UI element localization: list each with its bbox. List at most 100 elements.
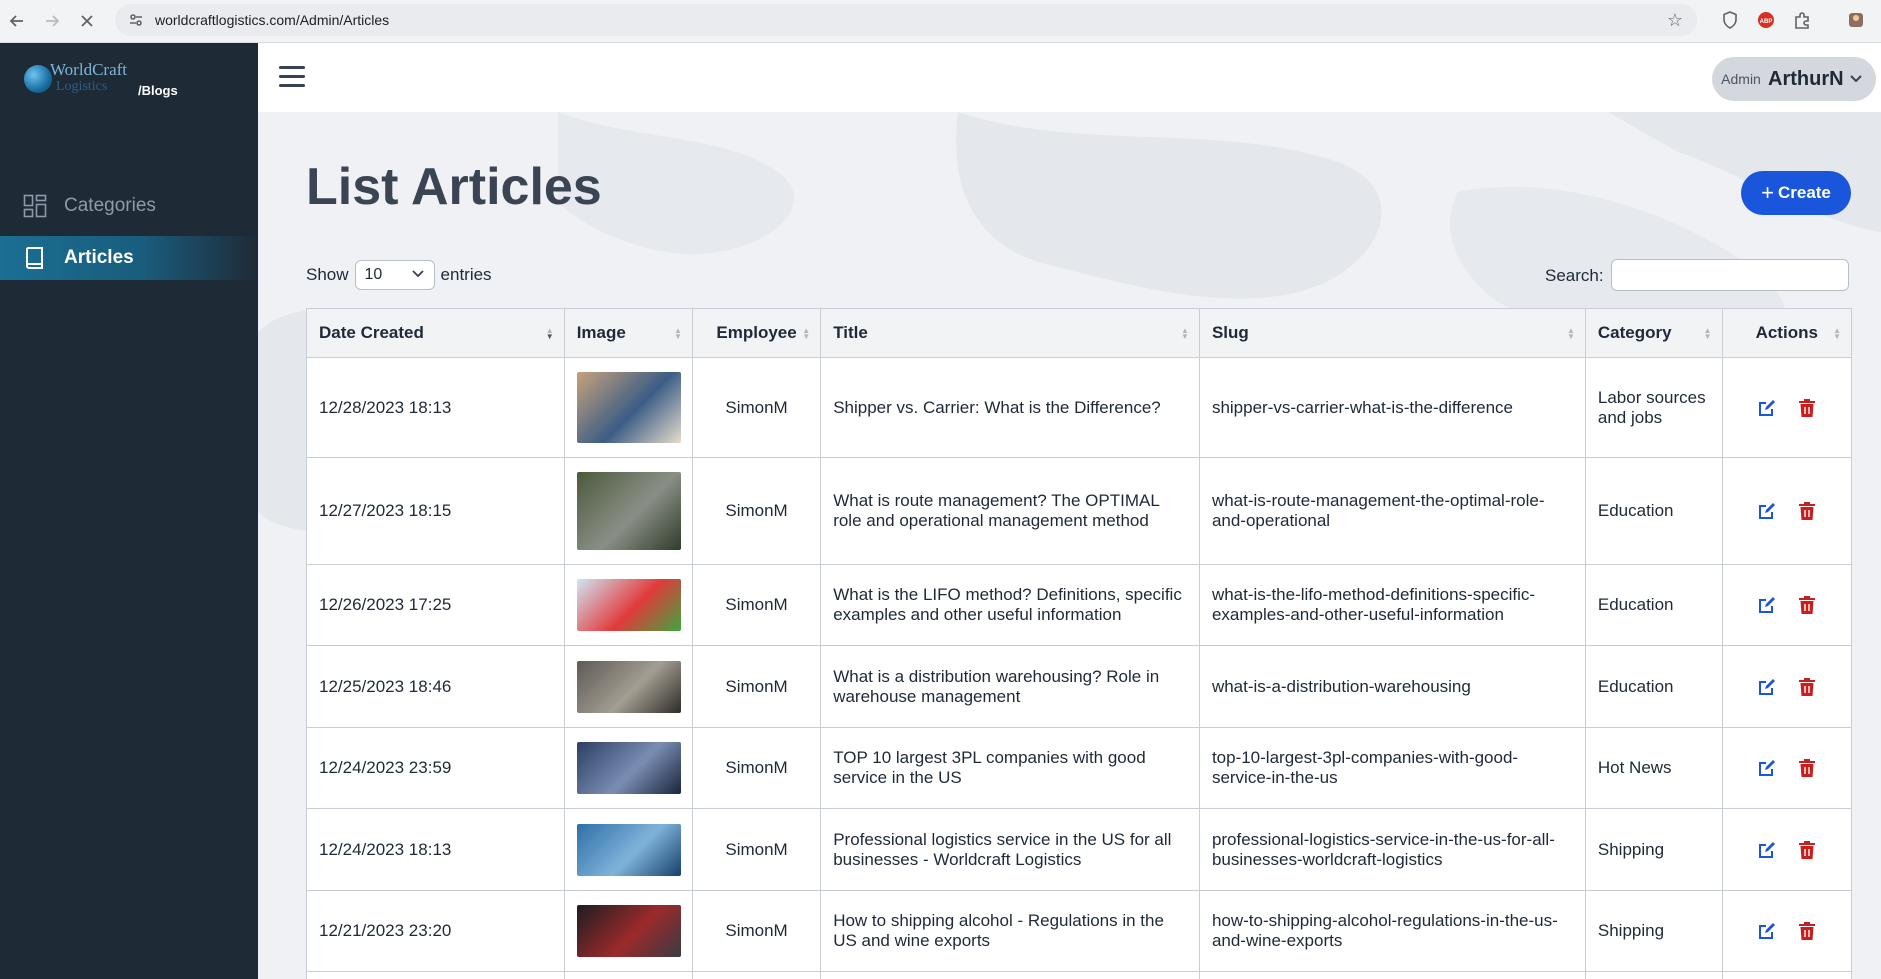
arrow-right-icon [46,15,60,27]
logo-brand-text: WorldCraft [50,60,127,79]
create-button-label: Create [1777,183,1831,202]
cell-category: Hot News [1584,727,1723,809]
cell-actions [1721,645,1853,728]
cell-employee: SimonM [691,457,822,565]
article-thumbnail [576,660,681,713]
table-row: 12/24/2023 18:13 SimonM Professional log… [306,808,1853,891]
cell-image [563,457,693,565]
browser-toolbar: worldcraftlogistics.com/Admin/Articles ☆… [0,0,1881,43]
forward-button[interactable] [35,4,69,38]
cell-slug: what-is-a-distribution-warehousing [1198,645,1586,728]
cell-category: Education [1584,564,1723,646]
cell-title: What is the LIFO method? Definitions, sp… [820,564,1200,646]
main-content: List Articles + Create Show 10 entries S… [258,112,1881,979]
hamburger-menu-icon[interactable] [279,66,305,88]
user-menu-button[interactable]: Admin ArthurN [1712,57,1876,101]
cell-category: Shipping [1584,808,1723,891]
avatar: Admin [1721,71,1761,87]
page-size-value: 10 [364,266,383,283]
edit-icon[interactable] [1757,677,1777,697]
edit-icon[interactable] [1757,501,1777,521]
column-header-category[interactable]: Category ▲ ▼ [1584,308,1723,358]
search-input[interactable] [1611,259,1849,291]
edit-icon[interactable] [1757,595,1777,615]
column-header-slug[interactable]: Slug ▲ ▼ [1198,308,1586,358]
cell-slug: how-to-shipping-alcohol-regulations-in-t… [1198,890,1586,972]
profile-avatar-icon[interactable] [1845,9,1867,31]
column-header-title[interactable]: Title ▲ ▼ [820,308,1200,358]
page-size-select[interactable]: 10 [354,260,435,290]
column-header-date-created[interactable]: Date Created ▲ ▼ [306,308,565,358]
edit-icon[interactable] [1757,398,1777,418]
article-thumbnail [576,823,681,876]
articles-table: Date Created ▲ ▼ Image ▲ ▼ Employee ▲ ▼ Title ▲… [306,308,1853,979]
site-logo[interactable]: WorldCraft Logistics /Blogs [22,59,222,107]
cell-actions [1721,808,1853,891]
page-length-control: Show 10 entries [306,260,492,290]
cell-slug: what-is-the-lifo-method-definitions-spec… [1198,564,1586,646]
cell-image [563,645,693,728]
sidebar-item-articles[interactable]: Articles [0,236,258,280]
trash-icon[interactable] [1797,501,1817,521]
cell-image [563,357,693,458]
trash-icon[interactable] [1797,595,1817,615]
table-header-row: Date Created ▲ ▼ Image ▲ ▼ Employee ▲ ▼ Title ▲… [306,308,1853,358]
sort-icon: ▲ ▼ [1703,326,1712,341]
cell-image [563,890,693,972]
shield-extension-icon[interactable] [1719,9,1741,31]
show-label: Show [306,265,349,284]
extensions-puzzle-icon[interactable] [1791,9,1813,31]
adblock-extension-icon[interactable]: ABP [1755,9,1777,31]
cell-title: Shipper vs. Carrier: What is the Differe… [820,357,1200,458]
trash-icon[interactable] [1797,758,1817,778]
cell-slug: top-10-largest-3pl-companies-with-good-s… [1198,727,1586,809]
sidebar: WorldCraft Logistics /Blogs Categories A… [0,43,258,979]
trash-icon[interactable] [1797,398,1817,418]
create-article-button[interactable]: + Create [1741,171,1851,215]
logo-suffix: /Blogs [138,83,178,98]
column-header-actions[interactable]: Actions ▲ ▼ [1721,308,1853,358]
sidebar-item-label: Articles [64,247,134,268]
table-row: 12/28/2023 18:13 SimonM Shipper vs. Carr… [306,357,1853,458]
cell-slug: professional-logistics-service-in-the-us… [1198,808,1586,891]
chevron-down-icon [411,266,424,281]
cell-employee: SimonM [691,727,822,809]
cell-actions [1721,457,1853,565]
column-header-employee[interactable]: Employee ▲ ▼ [691,308,822,358]
globe-logo-icon [24,65,52,93]
sidebar-item-label: Categories [64,195,156,216]
cell-employee: SimonM [691,357,822,458]
cell-image [563,564,693,646]
cell-date: 12/28/2023 18:13 [306,357,565,458]
address-bar[interactable]: worldcraftlogistics.com/Admin/Articles ☆ [115,4,1697,36]
cell-date: 12/26/2023 17:25 [306,564,565,646]
trash-icon[interactable] [1797,677,1817,697]
stop-loading-button[interactable] [70,4,104,38]
cell-title: TOP 10 largest 3PL companies with good s… [820,727,1200,809]
table-row: 12/25/2023 18:46 SimonM What is a distri… [306,645,1853,728]
sort-icon: ▲ ▼ [1566,326,1575,341]
sort-icon: ▲ ▼ [1181,326,1189,341]
sort-icon: ▲ ▼ [802,326,811,341]
back-button[interactable] [0,4,34,38]
table-row: 12/26/2023 17:25 SimonM What is the LIFO… [306,564,1853,646]
svg-text:ABP: ABP [1760,19,1773,25]
top-header: Admin ArthurN [258,43,1881,112]
cell-image [563,808,693,891]
site-settings-icon[interactable] [127,11,145,29]
book-icon [22,245,48,271]
edit-icon[interactable] [1757,758,1777,778]
articles-table-body: 12/28/2023 18:13 SimonM Shipper vs. Carr… [306,357,1853,979]
cell-date: 12/27/2023 18:15 [306,457,565,565]
trash-icon[interactable] [1797,840,1817,860]
cell-date: 12/24/2023 23:59 [306,727,565,809]
bookmark-star-icon[interactable]: ☆ [1667,10,1683,31]
trash-icon[interactable] [1797,921,1817,941]
edit-icon[interactable] [1757,840,1777,860]
table-row [306,971,1853,979]
sidebar-item-categories[interactable]: Categories [0,184,258,228]
article-thumbnail [576,905,681,957]
edit-icon[interactable] [1757,921,1777,941]
close-icon [81,15,93,27]
column-header-image[interactable]: Image ▲ ▼ [563,308,693,358]
